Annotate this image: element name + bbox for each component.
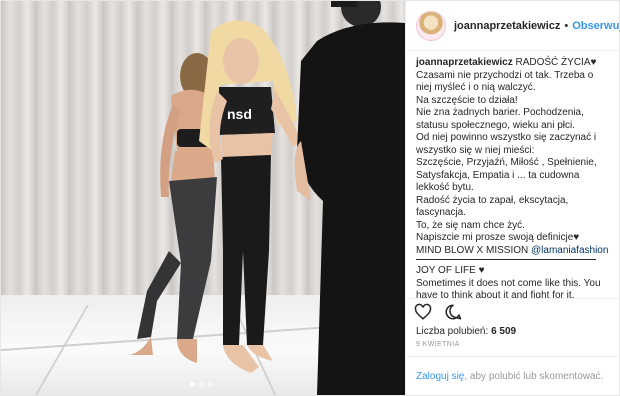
caption-line: joannaprzetakiewicz RADOŚĆ ŻYCIA♥	[416, 57, 597, 68]
header-separator: •	[564, 19, 569, 32]
caption-line: Czasami nie przychodzi ot tak. Trzeba o	[416, 69, 594, 81]
action-bar	[406, 299, 620, 325]
mention-link[interactable]: @lamaniafashion	[531, 245, 608, 256]
svg-text:nsd: nsd	[227, 106, 252, 122]
post-photo[interactable]: nsd	[1, 1, 405, 395]
caption-line: Na szczęście to działa!	[416, 94, 518, 106]
photographer	[294, 1, 405, 395]
carousel-dots	[190, 382, 213, 387]
caption-line: have to think about it and fight for it.	[416, 290, 575, 299]
comment-bar: Zaloguj się , aby polubić lub skomentowa…	[406, 356, 620, 395]
caption-line: Satysfakcja, Empatia i ... ta cudowna	[416, 169, 580, 181]
carousel-dot[interactable]	[190, 382, 195, 387]
caption-divider	[416, 259, 597, 260]
comment-icon[interactable]	[444, 303, 462, 321]
caption-line: Nie zna żadnych barier. Pochodzenia,	[416, 107, 584, 118]
carousel-dot[interactable]	[199, 382, 204, 387]
caption-line: MIND BLOW X MISSION @lamaniafashion	[416, 244, 609, 256]
instagram-post: nsd joannaprzetakiewicz • Obserwuj joann…	[0, 0, 620, 396]
header-username[interactable]: joannaprzetakiewicz	[454, 20, 560, 32]
avatar[interactable]	[416, 10, 446, 41]
caption-line: fascynacja.	[416, 207, 467, 218]
post-header: joannaprzetakiewicz • Obserwuj	[406, 1, 620, 51]
likes-count[interactable]: Liczba polubień: 6 509	[406, 325, 620, 339]
caption-line: Radość życia to zapał, ekscytacja,	[416, 194, 569, 206]
caption-line: To, że się nam chce żyć.	[416, 219, 525, 231]
caption-line: wszystko się w niej mieści:	[416, 144, 535, 156]
caption-line: Napiszcie mi prosze swoją definicje♥	[416, 232, 580, 243]
caption-line: Od niej powinno wszystko się zaczynać i	[416, 132, 597, 143]
comment-hint: , aby polubić lub skomentować.	[464, 370, 604, 382]
caption-line: lekkość bytu.	[416, 182, 474, 193]
caption-line: JOY OF LIFE ♥	[416, 265, 485, 276]
post-sidebar: joannaprzetakiewicz • Obserwuj joannaprz…	[405, 1, 620, 395]
post-date: 9 KWIETNIA	[416, 341, 460, 348]
caption-line: statusu społecznego, wieku ani płci.	[416, 119, 575, 131]
likes-label: Liczba polubień:	[416, 326, 489, 337]
caption: joannaprzetakiewicz RADOŚĆ ŻYCIA♥ Czasami…	[406, 51, 620, 299]
caption-line: niej myśleć i o nią walczyć.	[416, 82, 536, 93]
caption-area[interactable]: joannaprzetakiewicz RADOŚĆ ŻYCIA♥ Czasami…	[406, 51, 620, 299]
likes-number: 6 509	[491, 326, 517, 337]
caption-username[interactable]: joannaprzetakiewicz	[416, 57, 513, 68]
caption-line: Sometimes it does not come like this. Yo…	[416, 277, 601, 289]
follow-button[interactable]: Obserwuj	[572, 20, 620, 32]
login-link[interactable]: Zaloguj się	[416, 371, 464, 382]
photo-people: nsd	[129, 1, 405, 395]
carousel-dot[interactable]	[208, 382, 213, 387]
heart-icon[interactable]	[414, 303, 432, 321]
caption-line: Szczęście, Przyjaźń, Miłość , Spełnienie…	[416, 157, 597, 168]
